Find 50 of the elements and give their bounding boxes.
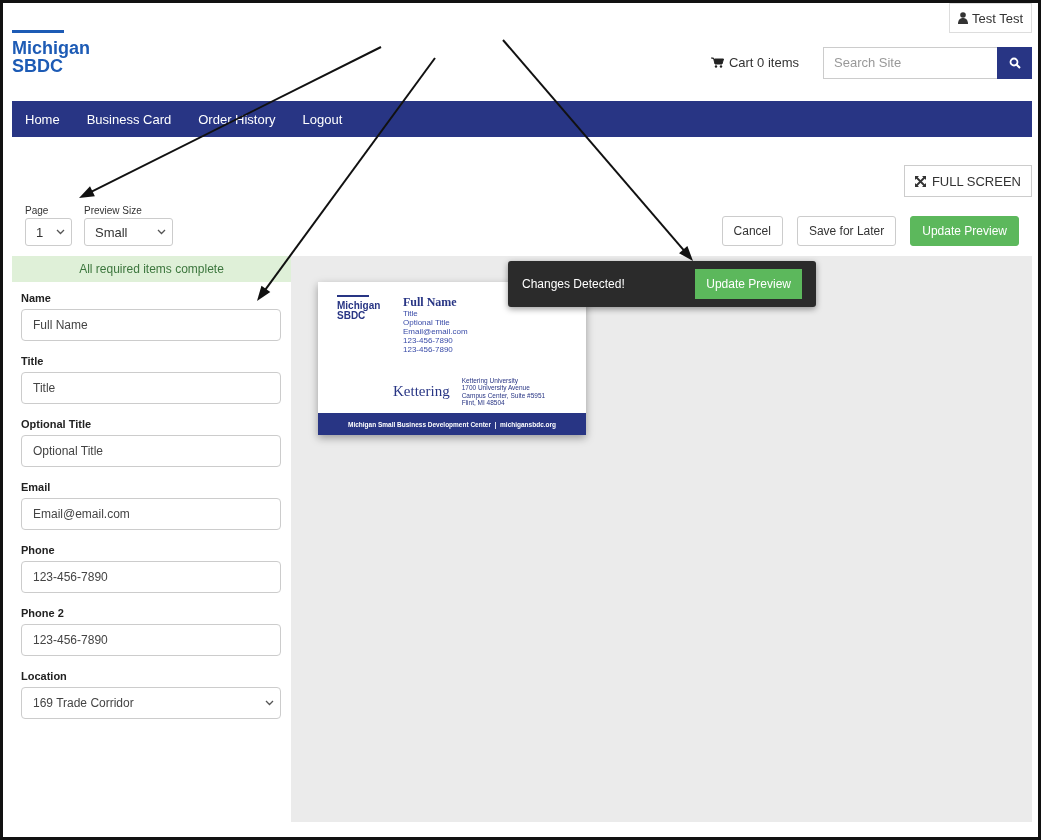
logo-text: SBDC <box>337 311 366 321</box>
action-button[interactable]: Cancel <box>721 216 783 246</box>
card-text: Optional Title <box>403 318 451 327</box>
nav-link[interactable]: Logout <box>302 111 343 127</box>
chevron-icon <box>265 700 274 706</box>
full-screen-button[interactable]: FULL SCREEN <box>903 165 1032 197</box>
cart-icon <box>710 57 724 68</box>
field-label: Title <box>21 355 45 367</box>
card-text: Email@email.com <box>403 327 469 336</box>
card-text: Title <box>403 309 419 318</box>
input-field[interactable]: 123-456-7890 <box>21 624 281 656</box>
nav-link[interactable]: Business Card <box>86 111 172 127</box>
logo-text: SBDC <box>12 57 63 75</box>
input-field[interactable]: Full Name <box>21 309 281 341</box>
card-name: Full Name <box>403 295 458 309</box>
chevron-icon <box>56 229 65 235</box>
field-label: Optional Title <box>21 418 93 430</box>
logo-bar <box>12 30 64 33</box>
wordmark: Kettering <box>393 383 450 401</box>
logo-text: Michigan <box>337 301 382 311</box>
field-label: Preview Size <box>84 205 143 216</box>
input-field[interactable]: 123-456-7890 <box>21 561 281 593</box>
status-banner: All required items complete <box>12 256 291 282</box>
nav-link[interactable]: Home <box>25 111 60 127</box>
nav-link[interactable]: Order History <box>198 111 276 127</box>
search-field[interactable]: Search Site <box>823 46 997 79</box>
field-label: Email <box>21 481 52 493</box>
page-select[interactable]: 1 <box>25 218 72 246</box>
field-label: Page <box>25 205 50 216</box>
chevron-icon <box>157 229 166 235</box>
expand-icon <box>914 175 926 187</box>
card-text: 123-456-7890 <box>403 345 454 354</box>
action-button[interactable]: Save for Later <box>796 216 897 246</box>
location-select[interactable]: 169 Trade Corridor <box>21 687 281 719</box>
user-button[interactable]: Test Test <box>948 3 1032 33</box>
field-label: Name <box>21 292 52 304</box>
search-button[interactable] <box>997 46 1032 79</box>
search-icon <box>1008 56 1021 69</box>
field-label: Phone <box>21 544 56 556</box>
user-icon <box>957 12 968 24</box>
input-field[interactable]: Title <box>21 372 281 404</box>
input-field[interactable]: Optional Title <box>21 435 281 467</box>
card-text: 123-456-7890 <box>403 336 454 345</box>
field-label: Phone 2 <box>21 607 65 619</box>
cart-link[interactable]: Cart 0 items <box>710 55 799 70</box>
logo-text: Michigan <box>12 39 90 57</box>
field-label: Location <box>21 670 68 682</box>
preview-size-select[interactable]: Small <box>84 218 173 246</box>
toast-message: Changes Detected! <box>522 277 625 291</box>
input-field[interactable]: Email@email.com <box>21 498 281 530</box>
